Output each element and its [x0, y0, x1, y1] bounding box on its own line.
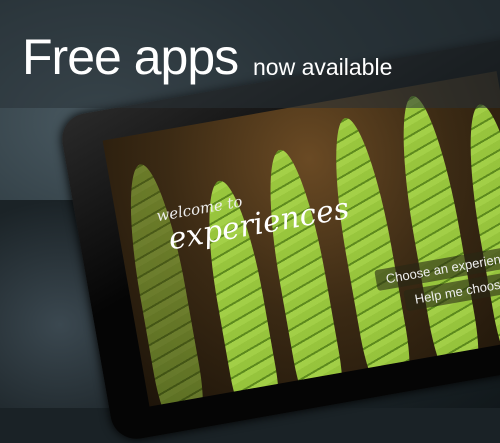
headline-subtitle: now available — [253, 54, 393, 80]
fern-image — [117, 160, 209, 407]
headline-title: Free apps — [22, 29, 239, 85]
tablet-screen: welcome to experiences Choose an experie… — [102, 71, 500, 407]
